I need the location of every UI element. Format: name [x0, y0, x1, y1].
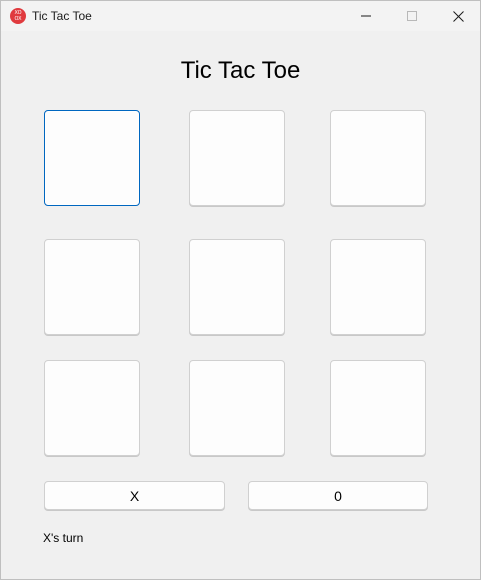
player-o-button[interactable]: 0 [248, 481, 428, 510]
app-logo-icon: XO OX [10, 8, 26, 24]
board-cell-3[interactable] [330, 110, 426, 206]
board-cell-1[interactable] [44, 110, 140, 206]
maximize-icon [407, 11, 417, 21]
game-heading: Tic Tac Toe [180, 57, 301, 84]
board-cell-7[interactable] [44, 360, 140, 456]
board-cell-2[interactable] [189, 110, 285, 206]
board-cell-5[interactable] [189, 239, 285, 335]
app-logo-glyph: XO OX [14, 10, 22, 22]
player-x-button[interactable]: X [44, 481, 225, 510]
close-button[interactable] [435, 1, 481, 31]
title-bar[interactable]: XO OX Tic Tac Toe [1, 1, 480, 31]
minimize-button[interactable] [343, 1, 389, 31]
app-window: XO OX Tic Tac Toe Tic Tac Toe X 0 X's tu [0, 0, 481, 580]
maximize-button[interactable] [389, 1, 435, 31]
board-cell-4[interactable] [44, 239, 140, 335]
window-title: Tic Tac Toe [32, 9, 92, 23]
board-cell-6[interactable] [330, 239, 426, 335]
close-icon [452, 10, 464, 22]
board-cell-8[interactable] [189, 360, 285, 456]
board-cell-9[interactable] [330, 360, 426, 456]
turn-status: X's turn [43, 531, 84, 545]
minimize-icon [361, 15, 371, 17]
